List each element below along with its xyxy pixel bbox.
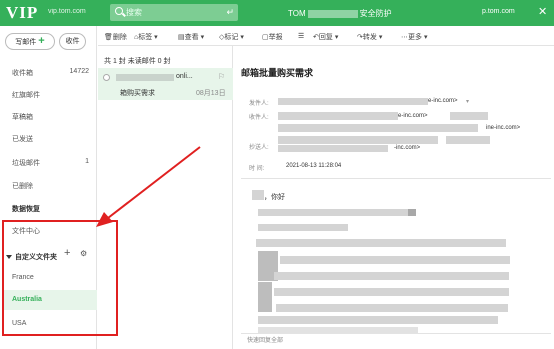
blurred-sender [116,74,174,81]
write-button[interactable]: 写邮件 + [5,33,55,50]
blurred-body [258,282,272,312]
folder-label: 已删除 [12,183,33,190]
logo-domain: vip.tom.com [48,8,86,15]
close-icon[interactable]: ✕ [538,5,547,18]
sidebar-item-spam[interactable]: 垃圾邮件 1 [12,158,89,168]
receive-button[interactable]: 收件 [59,33,86,50]
mark-button[interactable]: ◇标记 ▾ [219,32,244,42]
mail-greeting: ，你好 [264,194,285,201]
blurred-body [274,288,509,296]
sidebar-item-drafts[interactable]: 草稿箱 [12,112,33,122]
sidebar-item-recovery[interactable]: 数据恢复 [12,204,40,214]
to-value: ine-inc.com> [486,125,521,131]
folder-label: 红旗邮件 [12,92,40,99]
blurred-body [256,239,506,247]
tag-label: 标签 ▾ [138,34,158,41]
cc-label: 抄送人: [249,145,269,151]
blurred-body [280,256,510,264]
folder-label: 收件箱 [12,70,33,77]
search-input[interactable]: 搜索 ↵ [110,4,238,21]
blurred-body [276,304,508,312]
blurred-body [258,209,408,216]
blurred-to [278,124,478,132]
time-value: 2021-08-13 11:28:04 [286,163,342,169]
search-icon [115,7,123,15]
delete-label: 删除 [112,34,127,41]
search-placeholder: 搜索 [126,8,142,17]
write-label: 写邮件 [15,39,37,46]
list-item-sender: onli... [176,73,193,80]
sidebar-item-deleted[interactable]: 已删除 [12,181,33,191]
quick-reply-box[interactable]: 快速回复全部 [247,335,283,344]
list-item-date: 08月13日 [196,90,226,97]
divider [241,333,551,334]
blurred-body [258,224,348,231]
forward-button[interactable]: ↷转发 ▾ [357,32,382,42]
report-label: 举报 [268,34,283,41]
blurred-name [252,190,264,200]
more-label: 更多 ▾ [408,34,428,41]
from-value: e-inc.com> [428,98,458,104]
report-button[interactable]: ▢举报 [262,32,283,42]
folder-label: 数据恢复 [12,206,40,213]
account-notice[interactable]: TOM 安全防护 [288,8,392,19]
cc-value: -inc.com> [394,145,421,151]
sidebar-item-sent[interactable]: 已发送 [12,134,33,144]
blurred-to [450,112,488,120]
reply-button[interactable]: ↶回复 ▾ [313,32,338,42]
folder-label: 垃圾邮件 [12,160,40,167]
blurred-body [258,316,498,324]
blurred-from [278,98,428,105]
blurred-to [446,136,490,144]
blurred-body [408,209,416,216]
chevron-down-icon[interactable]: ▾ [466,98,469,105]
folder-label: 草稿箱 [12,114,33,121]
blurred-to [278,112,398,120]
blurred-body [274,272,509,280]
toolbar: 🗑删除 ⌂标签 ▾ ▤查看 ▾ ◇标记 ▾ ▢举报 ☰ ↶回复 ▾ ↷转发 ▾ … [98,26,554,46]
flag-icon[interactable]: ⚐ [218,72,225,81]
view-button[interactable]: ▤查看 ▾ [178,32,204,42]
plus-icon: + [38,35,45,47]
list-count: 共 1 封 未读邮件 0 封 [104,58,171,65]
forward-label: 转发 ▾ [362,34,383,41]
list-item[interactable]: onli... ⚐ 箱购买需求 08月13日 [98,68,233,100]
list-icon[interactable]: ☰ [298,32,304,40]
search-submit-icon[interactable]: ↵ [226,7,234,18]
to-value: e-inc.com> [398,113,428,119]
from-label: 发件人: [249,101,269,107]
blurred-text [307,9,358,18]
mark-label: 标记 ▾ [224,34,244,41]
folder-count: 14722 [69,68,89,75]
blurred-to [278,136,438,144]
folder-count: 1 [85,158,89,165]
mail-subject: 邮箱批量购买需求 [241,68,314,78]
receive-label: 收件 [65,38,80,45]
account-name: TOM [288,9,306,18]
top-bar: VIP vip.tom.com 搜索 ↵ TOM 安全防护 p.tom.com ✕ [0,0,554,26]
time-label: 时 间: [249,166,265,172]
security-link[interactable]: 安全防护 [360,9,392,18]
divider [241,178,551,179]
sidebar-item-inbox[interactable]: 收件箱 14722 [12,68,89,78]
sidebar-item-flagged[interactable]: 红旗邮件 [12,90,40,100]
tag-button[interactable]: ⌂标签 ▾ [134,32,158,42]
view-label: 查看 ▾ [184,34,205,41]
message-list: 共 1 封 未读邮件 0 封 onli... ⚐ 箱购买需求 08月13日 [98,46,233,349]
delete-button[interactable]: 🗑删除 [104,32,127,42]
reply-label: 回复 ▾ [318,34,339,41]
blurred-cc [278,145,388,152]
folder-label: 已发送 [12,136,33,143]
list-item-subject: 箱购买需求 [120,90,155,97]
select-radio[interactable] [103,74,110,81]
to-label: 收件人: [249,115,269,121]
account-domain[interactable]: p.tom.com [482,8,515,15]
logo: VIP [6,3,39,22]
reading-pane: 邮箱批量购买需求 发件人: e-inc.com> ▾ 收件人: e-inc.co… [234,46,554,349]
more-button[interactable]: ⋯更多 ▾ [401,32,427,42]
